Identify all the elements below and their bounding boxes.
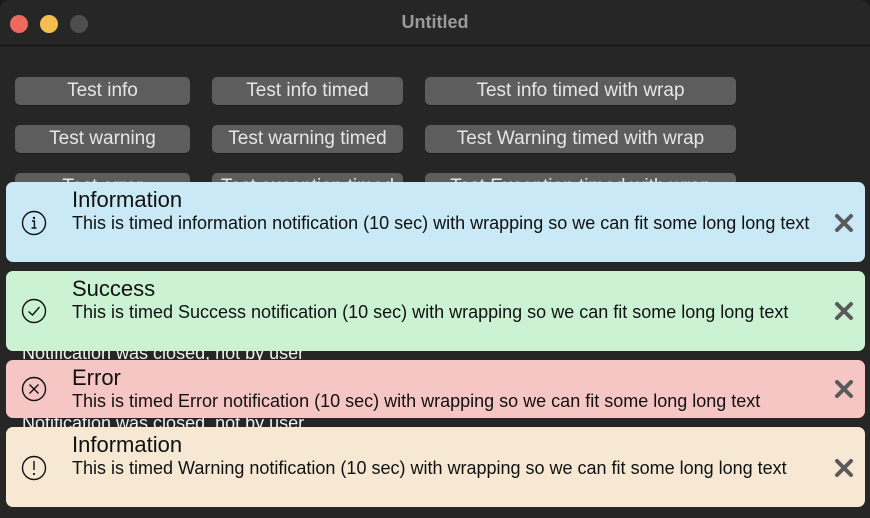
check-circle-icon — [21, 298, 47, 324]
x-circle-icon — [21, 376, 47, 402]
notification-message: This is timed Success notification (10 s… — [72, 302, 789, 322]
notification-title: Success — [72, 276, 156, 301]
close-notification-icon[interactable] — [833, 300, 855, 322]
test-info-timed-button[interactable]: Test info timed — [212, 77, 403, 105]
window-title: Untitled — [401, 12, 469, 32]
close-notification-icon[interactable] — [833, 457, 855, 479]
test-info-button[interactable]: Test info — [15, 77, 190, 105]
notification-warning: Information This is timed Warning notifi… — [6, 427, 865, 507]
title-bar: Untitled — [0, 0, 870, 46]
app-window: Untitled Test info Test info timed Test … — [0, 0, 870, 518]
test-info-timed-wrap-button[interactable]: Test info timed with wrap — [425, 77, 736, 105]
close-notification-icon[interactable] — [833, 378, 855, 400]
notification-info: Information This is timed information no… — [6, 182, 865, 262]
test-warning-button[interactable]: Test warning — [15, 125, 190, 153]
notification-message: This is timed information notification (… — [72, 213, 810, 233]
info-circle-icon — [21, 210, 47, 236]
exclamation-circle-icon — [21, 455, 47, 481]
test-warning-timed-button[interactable]: Test warning timed — [212, 125, 403, 153]
notification-title: Information — [72, 187, 183, 212]
notification-message: This is timed Error notification (10 sec… — [72, 391, 761, 411]
notification-success: Success This is timed Success notificati… — [6, 271, 865, 351]
notification-error: Error This is timed Error notification (… — [6, 360, 865, 418]
notification-title: Error — [72, 365, 121, 390]
notification-title: Information — [72, 432, 183, 457]
test-warning-timed-wrap-button[interactable]: Test Warning timed with wrap — [425, 125, 736, 153]
close-notification-icon[interactable] — [833, 212, 855, 234]
notification-message: This is timed Warning notification (10 s… — [72, 458, 787, 478]
